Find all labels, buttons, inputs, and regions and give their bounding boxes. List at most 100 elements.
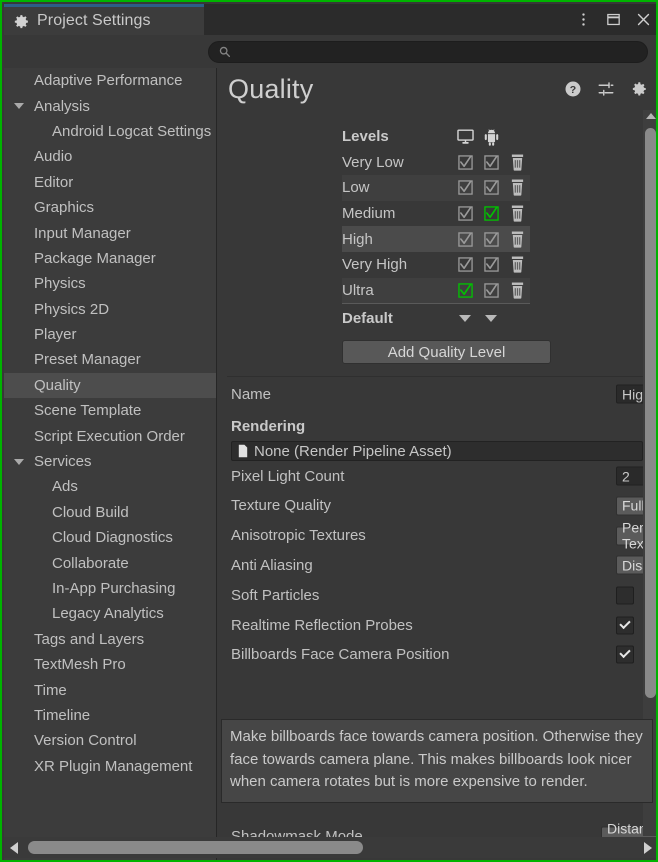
- quality-level-row[interactable]: Low: [342, 175, 530, 201]
- horizontal-scrollbar-thumb[interactable]: [28, 841, 363, 854]
- android-enabled-cell[interactable]: [478, 232, 504, 247]
- chevron-down-icon[interactable]: [14, 459, 24, 465]
- desktop-enabled-cell[interactable]: [452, 232, 478, 247]
- maximize-icon[interactable]: [605, 11, 622, 28]
- desktop-enabled-cell[interactable]: [452, 283, 478, 298]
- sidebar-item-preset-manager[interactable]: Preset Manager: [4, 347, 216, 372]
- desktop-quality-checkbox[interactable]: [458, 257, 473, 272]
- quality-level-row[interactable]: Very High: [342, 252, 530, 278]
- android-quality-checkbox[interactable]: [484, 180, 499, 195]
- desktop-quality-checkbox[interactable]: [458, 232, 473, 247]
- desktop-quality-checkbox[interactable]: [458, 283, 473, 298]
- horizontal-scrollbar-track[interactable]: [18, 837, 644, 858]
- sidebar-item-android-logcat-settings[interactable]: Android Logcat Settings: [4, 119, 216, 144]
- tab-project-settings[interactable]: Project Settings: [4, 4, 204, 35]
- search-input[interactable]: [231, 44, 647, 59]
- property-checkbox[interactable]: [616, 616, 634, 634]
- desktop-quality-checkbox[interactable]: [458, 206, 473, 221]
- quality-level-row[interactable]: Medium: [342, 201, 530, 227]
- sidebar-item-script-execution-order[interactable]: Script Execution Order: [4, 423, 216, 448]
- sidebar-item-time[interactable]: Time: [4, 677, 216, 702]
- android-enabled-cell[interactable]: [478, 155, 504, 170]
- property-checkbox[interactable]: [616, 646, 634, 664]
- android-enabled-cell[interactable]: [478, 257, 504, 272]
- android-quality-checkbox[interactable]: [484, 283, 499, 298]
- sidebar-item-scene-template[interactable]: Scene Template: [4, 398, 216, 423]
- sidebar-item-timeline[interactable]: Timeline: [4, 703, 216, 728]
- render-pipeline-asset-field[interactable]: None (Render Pipeline Asset): [231, 441, 643, 461]
- trash-icon[interactable]: [510, 205, 525, 222]
- android-quality-checkbox[interactable]: [484, 206, 499, 221]
- desktop-quality-checkbox[interactable]: [458, 155, 473, 170]
- desktop-quality-checkbox[interactable]: [458, 180, 473, 195]
- sidebar-item-services[interactable]: Services: [4, 449, 216, 474]
- sidebar-item-collaborate[interactable]: Collaborate: [4, 550, 216, 575]
- settings-sidebar[interactable]: Adaptive PerformanceAnalysisAndroid Logc…: [4, 68, 217, 862]
- vertical-scrollbar-thumb[interactable]: [645, 128, 656, 698]
- help-icon[interactable]: ?: [564, 80, 582, 98]
- sidebar-item-tags-and-layers[interactable]: Tags and Layers: [4, 627, 216, 652]
- delete-quality-level-button[interactable]: [504, 282, 530, 299]
- sidebar-item-player[interactable]: Player: [4, 322, 216, 347]
- add-quality-level-button[interactable]: Add Quality Level: [342, 340, 551, 364]
- sidebar-item-cloud-build[interactable]: Cloud Build: [4, 500, 216, 525]
- default-desktop-dropdown[interactable]: [452, 315, 478, 322]
- sidebar-item-label: Scene Template: [4, 402, 141, 419]
- quality-level-row[interactable]: High: [342, 226, 530, 252]
- sidebar-item-package-manager[interactable]: Package Manager: [4, 246, 216, 271]
- trash-icon[interactable]: [510, 179, 525, 196]
- android-quality-checkbox[interactable]: [484, 257, 499, 272]
- property-tooltip: Make billboards face towards camera posi…: [221, 719, 653, 803]
- sidebar-item-quality[interactable]: Quality: [4, 373, 216, 398]
- sidebar-item-analysis[interactable]: Analysis: [4, 93, 216, 118]
- sidebar-item-in-app-purchasing[interactable]: In-App Purchasing: [4, 576, 216, 601]
- horizontal-scrollbar[interactable]: [4, 837, 658, 858]
- scroll-up-arrow-icon[interactable]: [646, 113, 656, 119]
- sidebar-item-cloud-diagnostics[interactable]: Cloud Diagnostics: [4, 525, 216, 550]
- delete-quality-level-button[interactable]: [504, 154, 530, 171]
- sidebar-item-version-control[interactable]: Version Control: [4, 728, 216, 753]
- sidebar-item-audio[interactable]: Audio: [4, 144, 216, 169]
- quality-level-row[interactable]: Very Low: [342, 150, 530, 176]
- delete-quality-level-button[interactable]: [504, 231, 530, 248]
- default-android-dropdown[interactable]: [478, 315, 504, 322]
- settings-gear-icon[interactable]: [630, 80, 648, 98]
- preset-icon[interactable]: [597, 80, 615, 98]
- more-options-icon[interactable]: [575, 11, 592, 28]
- android-enabled-cell[interactable]: [478, 206, 504, 221]
- sidebar-item-editor[interactable]: Editor: [4, 170, 216, 195]
- desktop-enabled-cell[interactable]: [452, 257, 478, 272]
- desktop-enabled-cell[interactable]: [452, 206, 478, 221]
- desktop-enabled-cell[interactable]: [452, 180, 478, 195]
- search-box[interactable]: [208, 41, 648, 63]
- sidebar-item-adaptive-performance[interactable]: Adaptive Performance: [4, 68, 216, 93]
- close-icon[interactable]: [635, 11, 652, 28]
- android-quality-checkbox[interactable]: [484, 232, 499, 247]
- trash-icon[interactable]: [510, 231, 525, 248]
- scroll-left-arrow-icon[interactable]: [10, 842, 18, 854]
- sidebar-item-graphics[interactable]: Graphics: [4, 195, 216, 220]
- sidebar-item-physics-2d[interactable]: Physics 2D: [4, 297, 216, 322]
- quality-level-row[interactable]: Ultra: [342, 278, 530, 304]
- sidebar-item-physics[interactable]: Physics: [4, 271, 216, 296]
- chevron-down-icon[interactable]: [14, 103, 24, 109]
- sidebar-item-textmesh-pro[interactable]: TextMesh Pro: [4, 652, 216, 677]
- trash-icon[interactable]: [510, 282, 525, 299]
- chevron-down-icon: [485, 315, 497, 322]
- trash-icon[interactable]: [510, 154, 525, 171]
- delete-quality-level-button[interactable]: [504, 256, 530, 273]
- scroll-right-arrow-icon[interactable]: [644, 842, 652, 854]
- delete-quality-level-button[interactable]: [504, 205, 530, 222]
- android-enabled-cell[interactable]: [478, 283, 504, 298]
- sidebar-item-input-manager[interactable]: Input Manager: [4, 220, 216, 245]
- trash-icon[interactable]: [510, 256, 525, 273]
- desktop-enabled-cell[interactable]: [452, 155, 478, 170]
- property-label: Anti Aliasing: [231, 557, 313, 574]
- sidebar-item-xr-plugin-management[interactable]: XR Plugin Management: [4, 754, 216, 779]
- android-quality-checkbox[interactable]: [484, 155, 499, 170]
- property-checkbox[interactable]: [616, 586, 634, 604]
- sidebar-item-ads[interactable]: Ads: [4, 474, 216, 499]
- android-enabled-cell[interactable]: [478, 180, 504, 195]
- delete-quality-level-button[interactable]: [504, 179, 530, 196]
- sidebar-item-legacy-analytics[interactable]: Legacy Analytics: [4, 601, 216, 626]
